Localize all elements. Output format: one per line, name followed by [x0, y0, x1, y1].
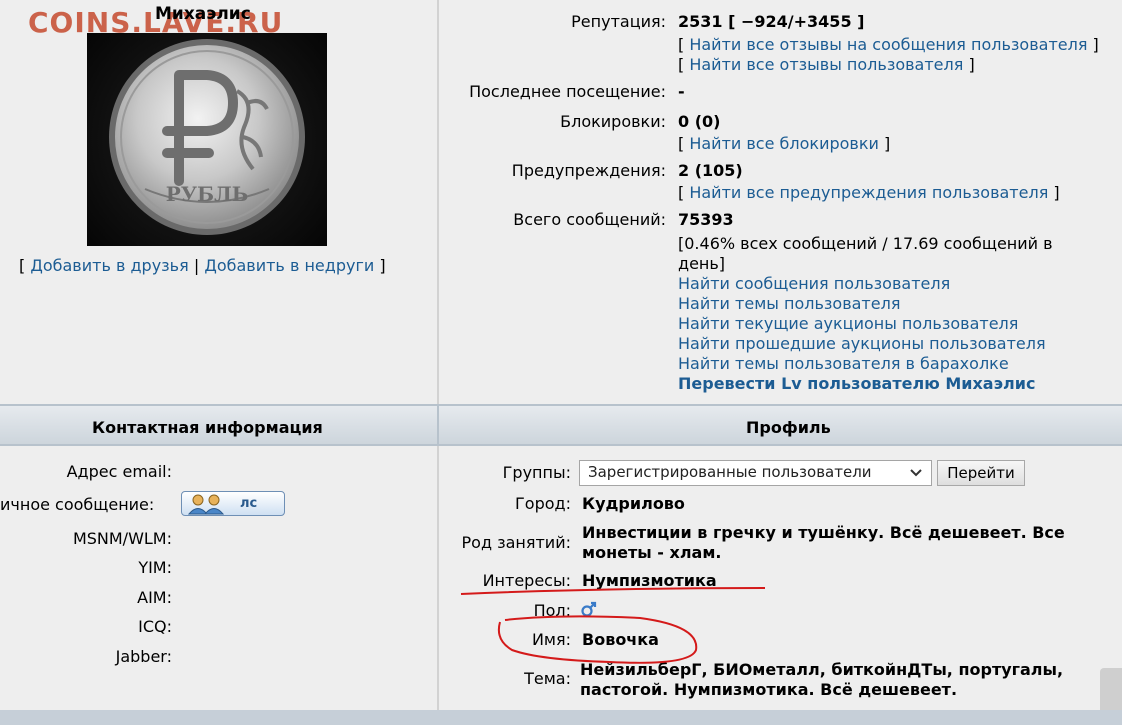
friends-links: [ Добавить в друзья | Добавить в недруги… [19, 256, 386, 275]
go-button[interactable]: Перейти [937, 460, 1025, 486]
profile-header: Профиль [746, 418, 831, 437]
blocks-value: 0 (0) [678, 112, 721, 131]
blocks-label: Блокировки: [560, 112, 666, 131]
contact-header: Контактная информация [92, 418, 323, 437]
posts-detail-1: [0.46% всех сообщений / 17.69 сообщений … [678, 234, 1053, 253]
reputation-label: Репутация: [571, 12, 666, 31]
icq-label: ICQ: [138, 617, 172, 636]
separator: | [193, 256, 200, 275]
users-icon [187, 494, 225, 515]
header-divider [437, 406, 439, 444]
find-flea-market-topics-link[interactable]: Найти темы пользователя в барахолке [678, 354, 1009, 373]
groups-select[interactable]: Зарегистрированные пользователи [579, 460, 932, 486]
bracket-close: ] [379, 256, 386, 275]
name-label: Имя: [531, 630, 571, 649]
pm-button-label: лс [240, 496, 258, 511]
section-header-bar: Контактная информация Профиль [0, 404, 1122, 446]
reputation-link-2-row: [ Найти все отзывы пользователя ] [678, 55, 975, 74]
pm-button[interactable]: лс [181, 491, 285, 516]
reputation-link-1-row: [ Найти все отзывы на сообщения пользова… [678, 35, 1099, 54]
blocks-link-row: [ Найти все блокировки ] [678, 134, 891, 153]
find-post-reviews-link[interactable]: Найти все отзывы на сообщения пользовате… [689, 35, 1087, 54]
groups-label: Группы: [502, 463, 571, 482]
last-visit-value: - [678, 82, 685, 101]
jabber-label: Jabber: [115, 647, 172, 666]
chevron-down-icon [910, 469, 922, 477]
find-current-auctions-link[interactable]: Найти текущие аукционы пользователя [678, 314, 1018, 333]
posts-detail-2: день] [678, 254, 726, 273]
theme-value-line1: НейзильберГ, БИОметалл, биткойнДТы, порт… [580, 660, 1064, 679]
column-divider-bottom [437, 446, 439, 711]
transfer-lv-link[interactable]: Перевести Lv пользователю Михаэлис [678, 374, 1035, 393]
aim-label: AIM: [137, 588, 172, 607]
yim-label: YIM: [138, 558, 172, 577]
find-user-reviews-link[interactable]: Найти все отзывы пользователя [689, 55, 963, 74]
svg-text:РУБЛЬ: РУБЛЬ [166, 182, 249, 206]
male-gender-icon [581, 601, 597, 617]
bracket-open: [ [19, 256, 26, 275]
pm-label: ичное сообщение: [0, 495, 155, 514]
warnings-value: 2 (105) [678, 161, 743, 180]
reputation-value: 2531 [ −924/+3455 ] [678, 12, 865, 31]
warnings-link-row: [ Найти все предупреждения пользователя … [678, 183, 1060, 202]
find-user-topics-link[interactable]: Найти темы пользователя [678, 294, 900, 313]
email-label: Адрес email: [66, 462, 172, 481]
user-avatar: РУБЛЬ [87, 33, 327, 246]
find-user-posts-link[interactable]: Найти сообщения пользователя [678, 274, 950, 293]
posts-label: Всего сообщений: [513, 210, 666, 229]
occupation-value-line2: монеты - хлам. [582, 543, 722, 562]
find-warnings-link[interactable]: Найти все предупреждения пользователя [689, 183, 1048, 202]
city-value: Кудрилово [582, 494, 685, 513]
occupation-value-line1: Инвестиции в гречку и тушёнку. Всё дешев… [582, 523, 1065, 542]
theme-value-line2: пастогой. Нумпизмотика. Всё дешевеет. [580, 680, 958, 699]
find-past-auctions-link[interactable]: Найти прошедшие аукционы пользователя [678, 334, 1046, 353]
add-foe-link[interactable]: Добавить в недруги [204, 256, 374, 275]
find-blocks-link[interactable]: Найти все блокировки [689, 134, 879, 153]
posts-value: 75393 [678, 210, 734, 229]
coin-image-icon: РУБЛЬ [109, 39, 305, 235]
groups-selected-value: Зарегистрированные пользователи [588, 463, 872, 481]
name-value: Вовочка [582, 630, 659, 649]
username-title: Михаэлис [155, 4, 251, 24]
city-label: Город: [515, 494, 571, 513]
add-friend-link[interactable]: Добавить в друзья [30, 256, 188, 275]
warnings-label: Предупреждения: [511, 161, 666, 180]
interests-label: Интересы: [482, 571, 571, 590]
last-visit-label: Последнее посещение: [469, 82, 666, 101]
interests-value: Нумпизмотика [582, 571, 717, 590]
column-divider [437, 0, 439, 404]
gender-label: Пол: [533, 601, 571, 620]
theme-label: Тема: [524, 669, 571, 688]
bottom-bar [0, 710, 1122, 725]
msn-label: MSNM/WLM: [72, 529, 172, 548]
occupation-label: Род занятий: [461, 533, 572, 552]
